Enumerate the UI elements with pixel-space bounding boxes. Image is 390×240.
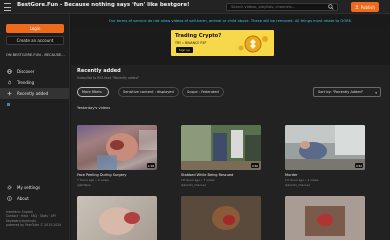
- sidebar-item-label: My settings: [17, 185, 41, 190]
- gear-icon: [7, 185, 12, 190]
- search-icon[interactable]: [327, 3, 336, 11]
- video-card[interactable]: 0:46 Stabbed While Being Rescued 19 hour…: [181, 125, 261, 187]
- sidebar-site-label: ON BESTGORE.FUN - BECAUSE...: [6, 53, 65, 57]
- sidebar-item-trending[interactable]: Trending: [0, 77, 69, 88]
- video-card[interactable]: [77, 196, 157, 240]
- group-label: Yesterday's videos: [77, 106, 111, 110]
- thumbnail-image: [77, 125, 157, 170]
- sidebar-item-about[interactable]: About: [0, 193, 69, 204]
- video-duration: 0:52: [354, 163, 363, 168]
- video-thumbnail[interactable]: 0:52: [285, 125, 365, 170]
- thumbnail-image: [181, 125, 261, 170]
- search-placeholder: Search videos, playlists, channels...: [231, 4, 296, 9]
- video-duration: 0:46: [250, 163, 259, 168]
- thumbnail-image: [181, 196, 261, 240]
- sidebar-item-recently-added[interactable]: Recently added: [0, 88, 69, 99]
- video-meta: 19 hours ago • 7 views: [181, 178, 215, 182]
- page-title: Recently added: [77, 68, 121, 74]
- more-filters-button[interactable]: More filters: [77, 87, 109, 97]
- video-meta: 14 hours ago • 4 views: [285, 178, 319, 182]
- sidebar-item-label: Discover: [17, 69, 35, 74]
- broken-image-icon: [7, 103, 10, 106]
- site-title[interactable]: BestGore.Fun - Because nothing says 'fun…: [17, 2, 189, 8]
- info-icon: [7, 196, 12, 201]
- video-channel[interactable]: @zombi_channel: [285, 183, 365, 187]
- sidebar-item-label: Recently added: [17, 91, 49, 96]
- video-card[interactable]: [285, 196, 365, 240]
- video-card[interactable]: 0:52 Murder 14 hours ago • 4 views @zomb…: [285, 125, 365, 187]
- ad-banner[interactable]: Trading Crypto? TRY ⟡ BINANCE P2P Sign u…: [171, 30, 274, 56]
- sidebar-item-discover[interactable]: Discover: [0, 66, 69, 77]
- flame-icon: [8, 80, 11, 85]
- thumbnail-image: [285, 125, 365, 170]
- video-title[interactable]: Murder: [285, 173, 365, 177]
- scope-chip[interactable]: Scope : Federated: [182, 87, 224, 97]
- crypto-coin-icon: [238, 35, 268, 53]
- video-thumbnail[interactable]: 1:18: [77, 125, 157, 170]
- login-button[interactable]: Login: [6, 24, 64, 33]
- sort-select[interactable]: Sort by: "Recently Added" ▾: [313, 87, 381, 97]
- sidebar: Login Create an account ON BESTGORE.FUN …: [0, 15, 70, 240]
- video-thumbnail[interactable]: [181, 196, 261, 240]
- sidebar-footer: Interface: English Contact · Help · FAQ …: [6, 210, 61, 228]
- videos-section: Recently added Subscribe to RSS feed "Re…: [71, 65, 390, 240]
- video-thumbnail[interactable]: [285, 196, 365, 240]
- caret-down-icon: ▾: [375, 90, 377, 95]
- create-account-button[interactable]: Create an account: [6, 36, 64, 45]
- thumbnail-image: [99, 207, 140, 235]
- video-thumbnail[interactable]: 0:46: [181, 125, 261, 170]
- menu-icon[interactable]: [4, 3, 11, 11]
- publish-button[interactable]: Publish: [351, 2, 379, 12]
- broken-image[interactable]: [7, 103, 11, 106]
- thumbnail-image: [285, 196, 365, 240]
- video-duration: 1:18: [146, 163, 155, 168]
- publish-label: Publish: [360, 4, 375, 10]
- sidebar-item-label: Trending: [17, 80, 35, 85]
- search-input[interactable]: Search videos, playlists, channels...: [226, 3, 338, 11]
- video-card[interactable]: 1:18 Face Peeling During Surgery 7 hours…: [77, 125, 157, 187]
- video-title[interactable]: Stabbed While Being Rescued: [181, 173, 261, 177]
- ad-cta-button[interactable]: Sign up: [176, 47, 193, 53]
- globe-icon: [7, 69, 12, 74]
- powered-by-text: powered by PeerTube © 2015-2024: [6, 223, 62, 228]
- ad-title: Trading Crypto?: [175, 33, 222, 39]
- top-header: BestGore.Fun - Because nothing says 'fun…: [0, 0, 390, 14]
- video-title[interactable]: Face Peeling During Surgery: [77, 173, 157, 177]
- ad-subtitle: TRY ⟡ BINANCE P2P: [175, 41, 207, 45]
- chip-label: More filters: [82, 90, 102, 94]
- plus-icon: [7, 91, 12, 96]
- video-meta: 7 hours ago • 4 views: [77, 178, 109, 182]
- announcement-banner: Our terms of service do not allow videos…: [71, 15, 390, 27]
- sensitive-content-chip[interactable]: Sensitive content : displayed: [118, 87, 179, 97]
- main-content: Our terms of service do not allow videos…: [71, 15, 390, 240]
- video-thumbnail[interactable]: [77, 196, 157, 240]
- rss-subscribe-link[interactable]: Subscribe to RSS feed "Recently added": [77, 76, 139, 80]
- sidebar-item-settings[interactable]: My settings: [0, 182, 69, 193]
- sidebar-nav: Discover Trending Recently added: [0, 66, 69, 99]
- sidebar-bottom: My settings About: [0, 182, 69, 204]
- sidebar-item-label: About: [17, 196, 29, 201]
- upload-icon: [355, 5, 359, 9]
- video-card[interactable]: [181, 196, 261, 240]
- video-channel[interactable]: @zombi_channel: [181, 183, 261, 187]
- video-channel[interactable]: igsbdkjsa: [77, 183, 157, 187]
- sort-label: Sort by: "Recently Added": [318, 90, 364, 94]
